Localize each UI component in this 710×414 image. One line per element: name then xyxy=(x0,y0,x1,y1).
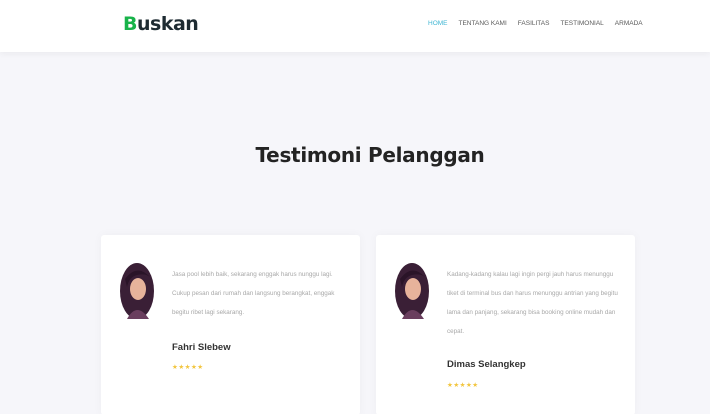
customer-avatar xyxy=(120,263,154,319)
testimonial-quote: Jasa pool lebih baik, sekarang enggak ha… xyxy=(172,271,335,316)
nav-tentang-kami[interactable]: TENTANG KAMI xyxy=(459,20,507,27)
navbar: Buskan HOME TENTANG KAMI FASILITAS TESTI… xyxy=(0,0,710,52)
brand-logo[interactable]: Buskan xyxy=(123,13,199,35)
nav-armada[interactable]: ARMADA xyxy=(615,20,643,27)
customer-name: Dimas Selangkep xyxy=(447,359,526,370)
testimonial-card: Kadang-kadang kalau lagi ingin pergi jau… xyxy=(376,235,635,414)
star-rating: ★★★★★ xyxy=(447,381,479,389)
section-title: Testimoni Pelanggan xyxy=(255,143,485,167)
nav-fasilitas[interactable]: FASILITAS xyxy=(518,20,550,27)
customer-avatar xyxy=(395,263,429,319)
nav-home[interactable]: HOME xyxy=(428,20,448,27)
nav-testimonial[interactable]: TESTIMONIAL xyxy=(560,20,603,27)
nav-menu: HOME TENTANG KAMI FASILITAS TESTIMONIAL … xyxy=(428,20,643,27)
testimonial-quote: Kadang-kadang kalau lagi ingin pergi jau… xyxy=(447,271,618,335)
star-rating: ★★★★★ xyxy=(172,363,204,371)
brand-logo-text: uskan xyxy=(136,13,199,35)
customer-name: Fahri Slebew xyxy=(172,342,231,353)
testimonial-card: Jasa pool lebih baik, sekarang enggak ha… xyxy=(101,235,360,414)
brand-logo-mark: B xyxy=(123,13,137,35)
